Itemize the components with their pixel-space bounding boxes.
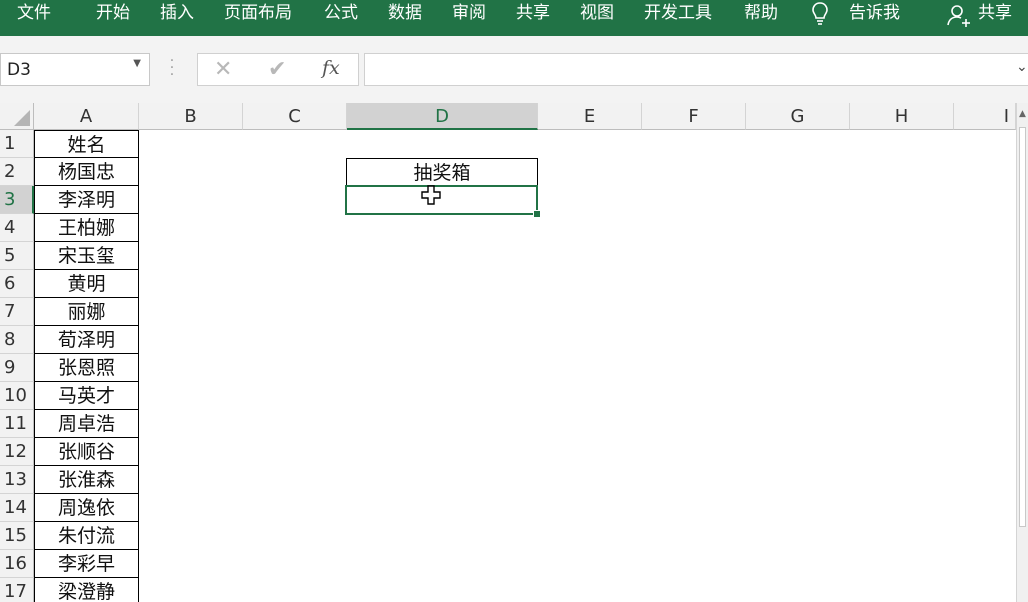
select-all-button[interactable] (0, 103, 34, 130)
tell-me-button[interactable]: 告诉我 (849, 2, 900, 24)
column-header-c[interactable]: C (243, 103, 347, 130)
name-cell[interactable]: 周卓浩 (34, 410, 139, 438)
row-header-13[interactable]: 13 (0, 466, 34, 494)
name-cell[interactable]: 丽娜 (34, 298, 139, 326)
name-cell[interactable]: 张顺谷 (34, 438, 139, 466)
column-header-h[interactable]: H (850, 103, 954, 130)
formula-buttons: ✕ ✔ fx (197, 53, 359, 86)
person-icon[interactable] (947, 3, 971, 27)
row-header-4[interactable]: 4 (0, 214, 34, 242)
tab-formulas[interactable]: 公式 (324, 2, 358, 24)
fill-handle[interactable] (533, 210, 541, 218)
column-header-d[interactable]: D (347, 103, 538, 130)
formula-input[interactable] (364, 53, 1028, 86)
name-cell[interactable]: 周逸依 (34, 494, 139, 522)
worksheet-grid: A B C D E F G H I 1 2 3 4 5 6 7 8 9 10 11 12 13 14 15 1… (0, 103, 1016, 602)
column-header-i[interactable]: I (954, 103, 1016, 130)
name-cell[interactable]: 梁澄静 (34, 578, 139, 602)
row-header-6[interactable]: 6 (0, 270, 34, 298)
tab-data[interactable]: 数据 (388, 2, 422, 24)
name-cell[interactable]: 杨国忠 (34, 158, 139, 186)
row-header-2[interactable]: 2 (0, 158, 34, 186)
name-cell[interactable]: 张淮森 (34, 466, 139, 494)
row-header-7[interactable]: 7 (0, 298, 34, 326)
name-cell[interactable]: 王柏娜 (34, 214, 139, 242)
name-cell[interactable]: 荀泽明 (34, 326, 139, 354)
drag-handle-icon[interactable]: · · · (169, 54, 175, 82)
tab-review[interactable]: 审阅 (452, 2, 486, 24)
row-header-5[interactable]: 5 (0, 242, 34, 270)
column-header-g[interactable]: G (746, 103, 850, 130)
cancel-icon[interactable]: ✕ (214, 57, 232, 82)
row-header-15[interactable]: 15 (0, 522, 34, 550)
tab-developer[interactable]: 开发工具 (644, 2, 712, 24)
name-cell[interactable]: 张恩照 (34, 354, 139, 382)
insert-function-icon[interactable]: fx (322, 57, 340, 79)
chevron-down-icon[interactable]: ▼ (133, 58, 141, 69)
row-header-3[interactable]: 3 (0, 186, 34, 214)
tab-page-layout[interactable]: 页面布局 (224, 2, 292, 24)
tab-share[interactable]: 共享 (516, 2, 550, 24)
row-header-1[interactable]: 1 (0, 130, 34, 158)
column-header-f[interactable]: F (642, 103, 746, 130)
name-box-value: D3 (7, 60, 31, 80)
column-header-b[interactable]: B (139, 103, 243, 130)
share-button[interactable]: 共享 (978, 2, 1012, 24)
row-header-16[interactable]: 16 (0, 550, 34, 578)
tab-insert[interactable]: 插入 (160, 2, 194, 24)
cell-d3-active[interactable] (345, 185, 538, 215)
cell-d2[interactable]: 抽奖箱 (346, 158, 538, 187)
column-header-e[interactable]: E (538, 103, 642, 130)
tab-file[interactable]: 文件 (17, 2, 51, 24)
name-box[interactable]: D3 ▼ (0, 53, 150, 86)
formula-bar-area: D3 ▼ · · · ✕ ✔ fx ⌄ (0, 36, 1028, 103)
tab-help[interactable]: 帮助 (744, 2, 778, 24)
name-cell[interactable]: 李泽明 (34, 186, 139, 214)
name-cell[interactable]: 黄明 (34, 270, 139, 298)
scrollbar-thumb[interactable] (1019, 127, 1026, 527)
header-cell-name[interactable]: 姓名 (34, 130, 139, 158)
name-cell[interactable]: 宋玉玺 (34, 242, 139, 270)
vertical-scrollbar[interactable]: ▲ (1016, 103, 1028, 602)
lightbulb-icon[interactable] (810, 1, 830, 27)
row-header-11[interactable]: 11 (0, 410, 34, 438)
row-header-14[interactable]: 14 (0, 494, 34, 522)
scroll-up-icon[interactable]: ▲ (1019, 109, 1026, 119)
tab-view[interactable]: 视图 (580, 2, 614, 24)
row-header-10[interactable]: 10 (0, 382, 34, 410)
cell-cursor-icon (421, 185, 441, 205)
ribbon: 文件 开始 插入 页面布局 公式 数据 审阅 共享 视图 开发工具 帮助 告诉我… (0, 0, 1028, 36)
name-cell[interactable]: 李彩早 (34, 550, 139, 578)
row-header-8[interactable]: 8 (0, 326, 34, 354)
row-header-9[interactable]: 9 (0, 354, 34, 382)
expand-formula-icon[interactable]: ⌄ (1016, 59, 1028, 75)
tab-home[interactable]: 开始 (96, 2, 130, 24)
name-cell[interactable]: 马英才 (34, 382, 139, 410)
enter-check-icon[interactable]: ✔ (268, 57, 286, 82)
row-header-12[interactable]: 12 (0, 438, 34, 466)
name-cell[interactable]: 朱付流 (34, 522, 139, 550)
column-header-a[interactable]: A (34, 103, 139, 130)
row-header-17[interactable]: 17 (0, 578, 34, 602)
select-all-triangle-icon (14, 110, 30, 126)
